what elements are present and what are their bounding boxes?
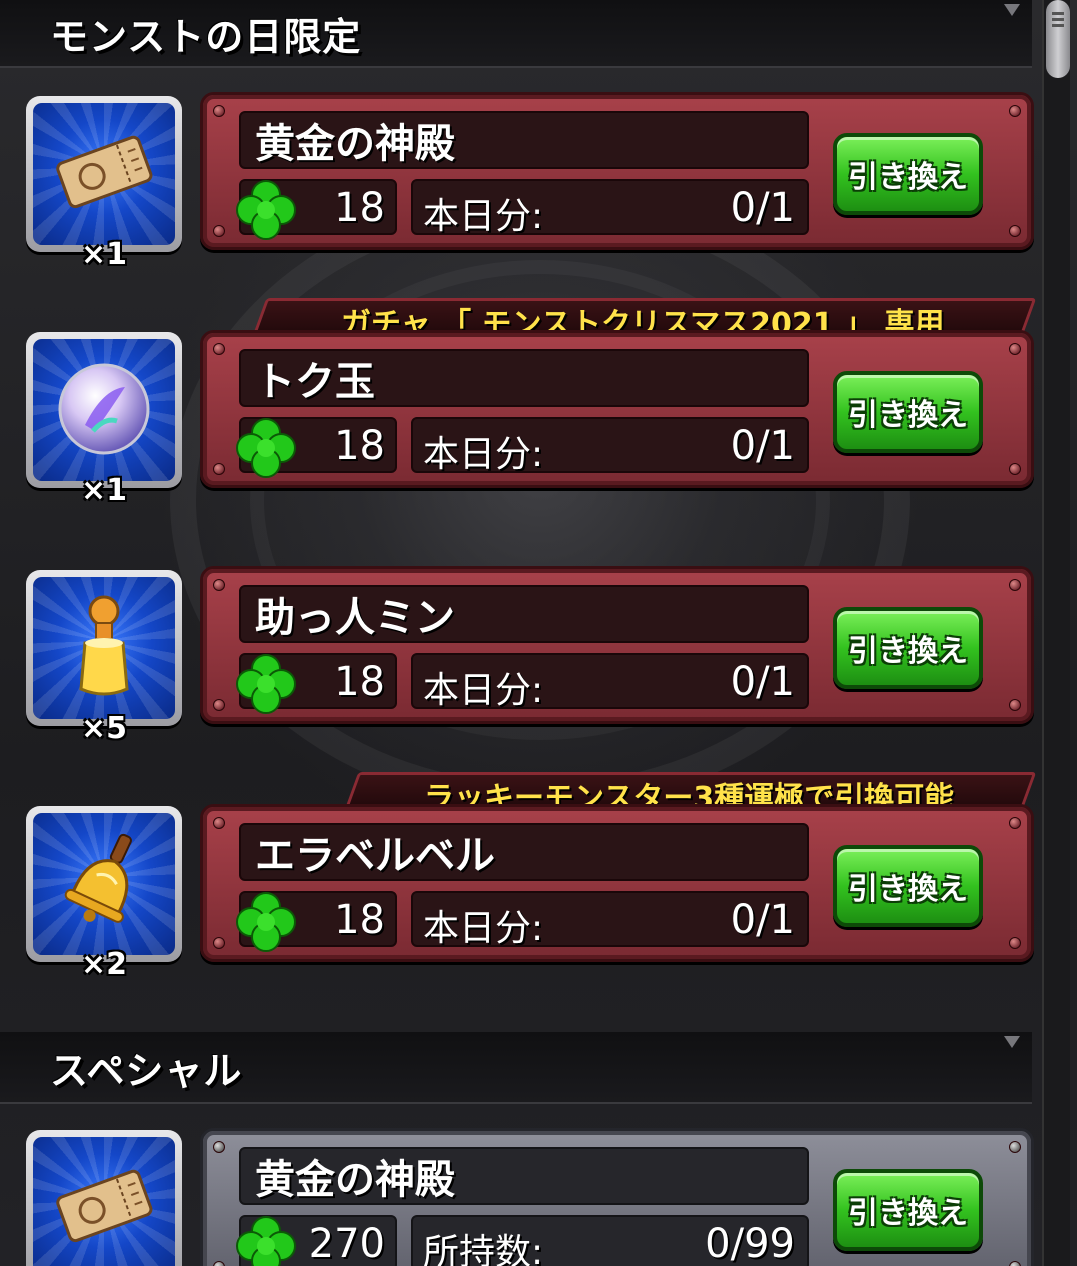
item-name: 黄金の神殿 (255, 1157, 455, 1203)
cost-box: 18 (236, 417, 397, 478)
exchange-button-label: 引き換え (848, 872, 968, 907)
item-name-box: エラベルベル (239, 823, 809, 881)
limit-label: 本日分: (423, 434, 544, 475)
limit-value: 0/99 (705, 1221, 795, 1266)
cost-value: 18 (334, 659, 385, 705)
item-name-box: 黄金の神殿 (239, 1147, 809, 1205)
exchange-button-label: 引き換え (848, 1196, 968, 1231)
clover-icon (236, 654, 296, 714)
exchange-button[interactable]: 引き換え (833, 1169, 983, 1251)
limit-box: 本日分: 0/1 (411, 417, 809, 475)
limit-label: 本日分: (423, 670, 544, 711)
item-count: ×1 (80, 473, 127, 508)
exchange-button[interactable]: 引き換え (833, 845, 983, 927)
ticket-icon (56, 135, 153, 209)
limit-label: 本日分: (423, 196, 544, 237)
item-name-box: トク玉 (239, 349, 809, 407)
item-name-box: 黄金の神殿 (239, 111, 809, 169)
section-title: モンストの日限定 (50, 14, 362, 59)
limit-value: 0/1 (730, 897, 795, 943)
item-name-box: 助っ人ミン (239, 585, 809, 643)
item-name: エラベルベル (255, 833, 495, 879)
exchange-row: 助っ人ミン 18 本日分: 0/1 引き換え (200, 566, 1034, 724)
cost-value: 18 (334, 185, 385, 231)
clover-icon (236, 418, 296, 478)
item-name: 助っ人ミン (255, 595, 455, 641)
collapse-arrow-icon[interactable] (1004, 1036, 1020, 1048)
exchange-row: エラベルベル 18 本日分: 0/1 引き換え (200, 804, 1034, 962)
limit-value: 0/1 (730, 659, 795, 705)
section-title: スペシャル (50, 1048, 243, 1093)
item-icon-frame: ×1 (26, 96, 182, 272)
exchange-button[interactable]: 引き換え (833, 133, 983, 215)
section-header-special: スペシャル (0, 1032, 1032, 1104)
item-count: ×5 (80, 711, 127, 746)
limit-box: 本日分: 0/1 (411, 891, 809, 949)
cost-value: 18 (334, 423, 385, 469)
scroll-thumb[interactable] (1046, 0, 1070, 78)
item-icon-frame: ×1 (26, 332, 182, 508)
cost-box: 18 (236, 891, 397, 952)
item-name: トク玉 (255, 359, 375, 405)
potion-icon (79, 595, 129, 696)
exchange-row: トク玉 18 本日分: 0/1 引き換え (200, 330, 1034, 488)
exchange-button-label: 引き換え (848, 160, 968, 195)
item-icon-frame: ×5 (26, 570, 182, 746)
collapse-arrow-icon[interactable] (1004, 4, 1020, 16)
cost-box: 270 (236, 1215, 397, 1266)
bell-icon (64, 833, 132, 923)
limit-box: 所持数: 0/99 (411, 1215, 809, 1266)
limit-value: 0/1 (730, 185, 795, 231)
exchange-button-label: 引き換え (848, 634, 968, 669)
exchange-button[interactable]: 引き換え (833, 371, 983, 453)
exchange-button[interactable]: 引き換え (833, 607, 983, 689)
ticket-icon (56, 1169, 153, 1243)
cost-value: 270 (308, 1221, 385, 1266)
limit-box: 本日分: 0/1 (411, 653, 809, 711)
item-name: 黄金の神殿 (255, 121, 455, 167)
exchange-button-label: 引き換え (848, 398, 968, 433)
limit-value: 0/1 (730, 423, 795, 469)
scrollbar[interactable] (1042, 0, 1070, 1266)
item-count: ×2 (80, 947, 127, 982)
item-icon-frame: ×2 (26, 806, 182, 982)
cost-box: 18 (236, 179, 397, 240)
exchange-row: 黄金の神殿 18 本日分: 0/1 引き換え (200, 92, 1034, 250)
item-icon-frame: ×1 (26, 1130, 182, 1266)
item-count: ×1 (80, 237, 127, 272)
section-header-monst-day: モンストの日限定 (0, 0, 1032, 68)
cost-value: 18 (334, 897, 385, 943)
clover-icon (236, 892, 296, 952)
limit-label: 所持数: (423, 1232, 544, 1266)
limit-box: 本日分: 0/1 (411, 179, 809, 237)
orb-icon (58, 363, 150, 455)
limit-label: 本日分: (423, 908, 544, 949)
exchange-row: 黄金の神殿 270 所持数: 0/99 引き換え (200, 1128, 1034, 1266)
clover-icon (236, 1216, 296, 1266)
cost-box: 18 (236, 653, 397, 714)
clover-icon (236, 180, 296, 240)
